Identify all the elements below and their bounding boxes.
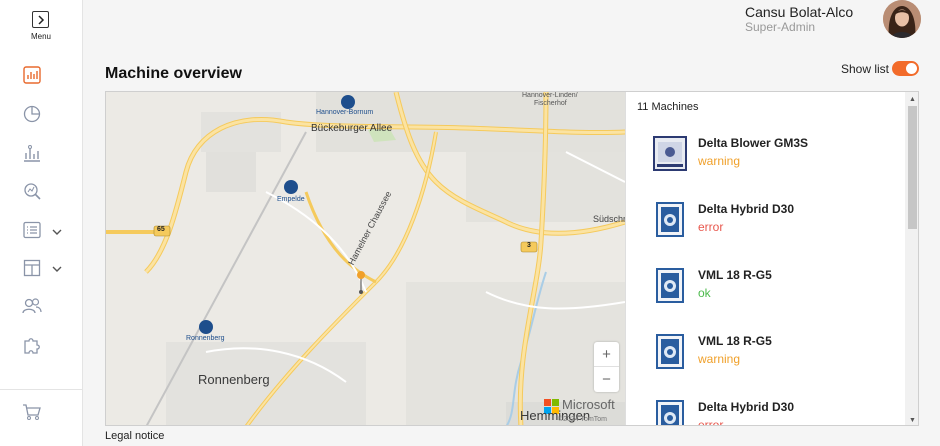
chevron-right-icon: [37, 14, 44, 25]
machine-list-item[interactable]: Delta Hybrid D30 error: [626, 398, 906, 426]
machine-blower-icon: [651, 134, 689, 172]
machine-name: VML 18 R-G5: [698, 268, 772, 282]
map-label: Bückeburger Allee: [311, 123, 393, 134]
page-title: Machine overview: [105, 65, 242, 82]
machine-list-item[interactable]: Delta Blower GM3S warning: [626, 134, 906, 194]
puzzle-icon[interactable]: [21, 334, 42, 355]
machine-name: Delta Hybrid D30: [698, 400, 795, 414]
machine-unit-icon: [651, 332, 689, 370]
map-canvas: [106, 92, 625, 425]
list-icon[interactable]: [21, 219, 42, 240]
microsoft-label: Microsoft: [562, 397, 615, 412]
machine-status: warning: [698, 352, 741, 366]
machine-status: warning: [698, 154, 741, 168]
machine-unit-icon: [651, 266, 689, 304]
menu-toggle-button[interactable]: [32, 11, 49, 28]
layout-icon[interactable]: [21, 257, 42, 278]
map-copyright: ©2024 TomTom: [558, 416, 607, 423]
avatar[interactable]: [883, 0, 921, 38]
machine-overview-panel: Hannover-Bornum Bückeburger Allee Hannov…: [105, 91, 919, 426]
map-label: Hannover-Bornum: [316, 109, 374, 116]
map-label: Südschn: [593, 214, 625, 224]
chevron-down-icon[interactable]: [51, 263, 63, 275]
analytics-search-icon[interactable]: [21, 180, 42, 201]
scroll-down-icon[interactable]: ▼: [905, 414, 918, 425]
map[interactable]: Hannover-Bornum Bückeburger Allee Hannov…: [106, 92, 625, 425]
zoom-out-button[interactable]: −: [594, 367, 619, 392]
machine-list-item[interactable]: Delta Hybrid D30 error: [626, 200, 906, 260]
legal-notice-link[interactable]: Legal notice: [105, 430, 164, 442]
pie-chart-icon[interactable]: [21, 103, 42, 124]
scroll-up-icon[interactable]: ▲: [905, 93, 918, 105]
machine-list: 11 Machines Delta Blower GM3S warning De…: [625, 92, 918, 426]
machine-name: Delta Blower GM3S: [698, 136, 809, 150]
machine-status: error: [698, 220, 724, 234]
dashboard-chart-icon[interactable]: [21, 64, 42, 85]
machine-name: Delta Hybrid D30: [698, 202, 795, 216]
scroll-thumb[interactable]: [908, 106, 917, 229]
machine-name: VML 18 R-G5: [698, 334, 772, 348]
users-icon[interactable]: [21, 295, 42, 316]
show-list-toggle[interactable]: [892, 61, 919, 76]
zoom-control: + −: [594, 342, 619, 392]
map-label: Ronnenberg: [186, 335, 225, 342]
map-label: Empelde: [277, 196, 305, 203]
machine-unit-icon: [651, 200, 689, 238]
road-shield-label: 3: [527, 242, 531, 249]
machine-list-item[interactable]: VML 18 R-G5 ok: [626, 266, 906, 326]
machine-count: 11 Machines: [637, 101, 699, 113]
sidebar: Menu: [0, 0, 83, 446]
user-name[interactable]: Cansu Bolat-Alco: [745, 4, 853, 20]
chevron-down-icon[interactable]: [51, 226, 63, 238]
machine-list-item[interactable]: VML 18 R-G5 warning: [626, 332, 906, 392]
road-shield-label: 65: [157, 226, 165, 233]
map-label: Fischerhof: [534, 100, 567, 107]
show-list-label: Show list: [841, 62, 890, 76]
list-scrollbar[interactable]: ▲ ▼: [905, 92, 918, 425]
user-role: Super-Admin: [745, 20, 816, 34]
machine-status: error: [698, 418, 724, 426]
bar-chart-icon[interactable]: [21, 142, 42, 163]
zoom-in-button[interactable]: +: [594, 342, 619, 367]
cart-icon[interactable]: [21, 401, 42, 422]
machine-unit-icon: [651, 398, 689, 425]
machine-status: ok: [698, 286, 711, 300]
sidebar-divider: [0, 389, 82, 390]
toggle-knob: [906, 63, 917, 74]
map-label: Hannover-Linden/: [522, 92, 578, 99]
map-label: Ronnenberg: [198, 372, 270, 387]
menu-label: Menu: [30, 32, 51, 41]
